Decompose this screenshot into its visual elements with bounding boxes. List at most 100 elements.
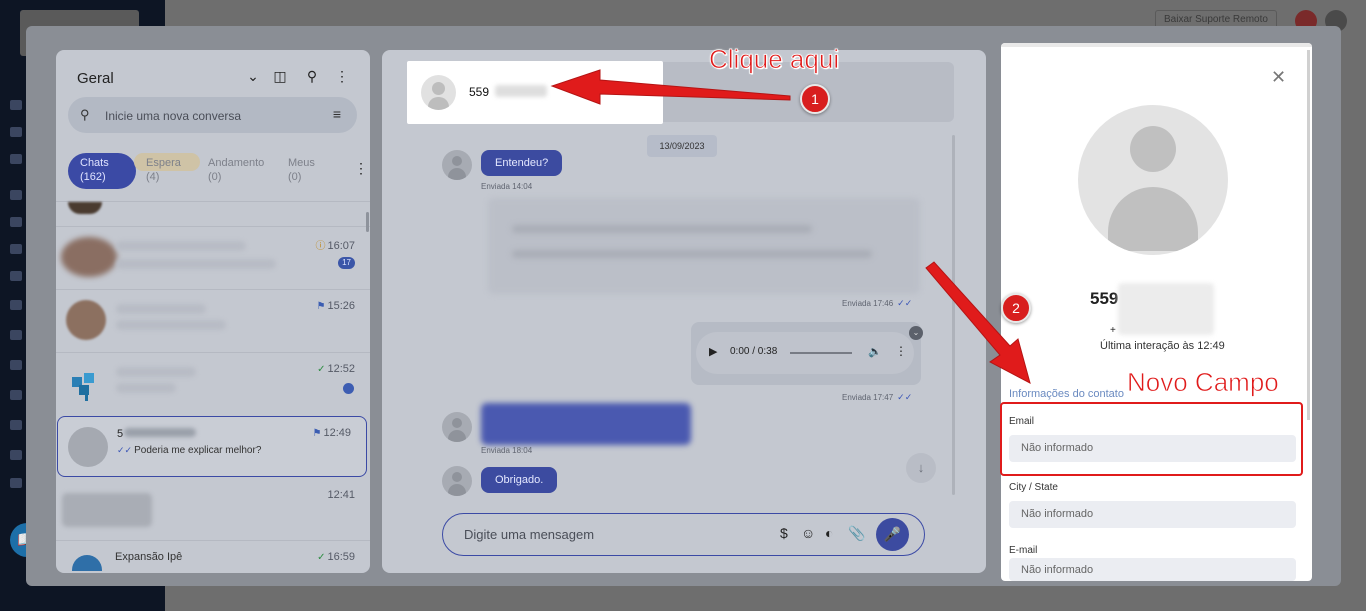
tab-chats[interactable]: Chats (162) [68, 153, 136, 189]
e-mail-field[interactable]: Não informado [1009, 558, 1296, 581]
nav-icon[interactable] [10, 360, 22, 370]
tab-count: (0) [208, 171, 222, 183]
tab-espera[interactable]: Espera [134, 153, 200, 171]
list-item[interactable]: ✓ 12:52 [56, 353, 370, 415]
avatar [442, 412, 472, 442]
blurred-text [512, 225, 812, 233]
avatar [442, 150, 472, 180]
blurred-text [116, 304, 206, 314]
conversation-time: ⓘ 16:07 [315, 240, 355, 252]
more-vert-icon[interactable]: ⋮ [332, 68, 352, 85]
chat-panel: 13/09/2023 Entendeu? Enviada 14:04 Envia… [382, 50, 986, 573]
dollar-icon[interactable]: $ [780, 525, 788, 541]
nav-icon[interactable] [10, 127, 22, 137]
conversation-time: ⚑ 12:49 [312, 427, 352, 439]
more-vert-icon[interactable]: ⋮ [895, 344, 907, 358]
scrollbar[interactable] [1307, 50, 1310, 420]
sticker-icon[interactable]: ◐ [825, 525, 833, 541]
blurred-text [62, 493, 152, 527]
audio-player[interactable]: ▶ 0:00 / 0:38 🔈 ⋮ [696, 332, 914, 374]
contact-name: Expansão Ipê [115, 551, 183, 563]
blurred-text [116, 241, 246, 251]
field-label-e-mail: E-mail [1009, 545, 1038, 556]
avatar [66, 300, 106, 340]
emoji-icon[interactable]: ☺ [801, 525, 815, 541]
list-item[interactable]: 12:41 [56, 479, 370, 541]
user-search-icon[interactable]: ⚲ [302, 68, 322, 85]
nav-icon[interactable] [10, 478, 22, 488]
list-item[interactable]: Expansão Ipê ✓ 16:59 [56, 541, 370, 573]
nav-icon[interactable] [10, 450, 22, 460]
tab-count: (4) [146, 171, 160, 183]
nav-icon[interactable] [10, 100, 22, 110]
blurred-text [495, 85, 547, 97]
contact-number: 559 [469, 85, 490, 99]
message-input[interactable]: Digite uma mensagem [464, 527, 594, 542]
list-item[interactable]: ⚑ 15:26 [56, 290, 370, 352]
section-title: Informações do contato [1009, 388, 1124, 400]
nav-icon[interactable] [10, 330, 22, 340]
tab-andamento[interactable]: Andamento (0) [196, 153, 276, 189]
nav-icon[interactable] [10, 244, 22, 254]
divider [56, 201, 370, 202]
conversation-time: ✓ 12:52 [317, 363, 355, 375]
nav-icon[interactable] [10, 300, 22, 310]
notes-icon[interactable]: ◫ [270, 68, 290, 85]
audio-message: ▶ 0:00 / 0:38 🔈 ⋮ ⌄ [691, 322, 923, 385]
last-message: ✓✓ Poderia me explicar melhor? [117, 445, 262, 456]
message-bubble: Obrigado. [481, 467, 558, 493]
microphone-icon[interactable]: 🎤 [876, 518, 909, 551]
blurred-text [124, 428, 196, 437]
date-chip: 13/09/2023 [647, 135, 717, 157]
close-icon[interactable]: ✕ [1271, 67, 1286, 88]
nav-icon[interactable] [10, 390, 22, 400]
tab-meus[interactable]: Meus (0) [276, 153, 336, 189]
attach-icon[interactable]: 📎 [848, 525, 865, 542]
message-composer[interactable]: Digite uma mensagem $ ☺ ◐ 📎 🎤 [442, 513, 925, 556]
conversation-time: ✓ 16:59 [317, 551, 355, 563]
nav-icon[interactable] [10, 217, 22, 227]
message-meta: Enviada 14:04 [481, 182, 533, 191]
search-icon: ⚲ [80, 107, 90, 122]
play-icon[interactable]: ▶ [709, 345, 717, 358]
scrollbar[interactable] [952, 135, 955, 495]
tab-count: (0) [288, 171, 302, 183]
nav-icon[interactable] [10, 271, 22, 281]
chevron-down-icon[interactable]: ⌄ [909, 326, 923, 340]
chevron-down-icon[interactable]: ⌄ [243, 68, 263, 85]
tab-label: Andamento [208, 157, 265, 169]
audio-progress[interactable] [790, 352, 852, 354]
double-check-icon: ✓✓ [117, 445, 133, 455]
audio-time: 0:00 / 0:38 [730, 346, 778, 357]
scrollbar[interactable] [366, 212, 369, 232]
conversation-time: 12:41 [327, 489, 355, 501]
nav-icon[interactable] [10, 420, 22, 430]
search-input[interactable]: Inicie uma nova conversa [105, 109, 241, 123]
blurred-text [116, 259, 276, 269]
contact-avatar [1078, 105, 1228, 255]
conversation-list-panel: Geral ⌄ ◫ ⚲ ⋮ ⚲ Inicie uma nova conversa… [56, 50, 370, 573]
avatar [61, 237, 117, 277]
check-circle-icon: ✓ [317, 364, 326, 375]
conversation-item-selected[interactable]: 5 ✓✓ Poderia me explicar melhor? ⚑ 12:49 [57, 416, 367, 477]
contact-name: 559 [1090, 289, 1119, 308]
avatar [421, 75, 456, 110]
tab-label: Chats [80, 157, 109, 169]
scroll-down-icon[interactable]: ↓ [906, 453, 936, 483]
volume-icon[interactable]: 🔈 [868, 345, 882, 358]
blurred-text [512, 250, 872, 258]
annotation-step-1: 1 [800, 84, 830, 114]
nav-icon[interactable] [10, 190, 22, 200]
nav-icon[interactable] [10, 154, 22, 164]
phone-prefix: + [1110, 325, 1116, 336]
conversation-time: ⚑ 15:26 [316, 300, 356, 312]
chat-header-contact[interactable]: 559 [407, 61, 663, 124]
list-item[interactable]: ⓘ 16:07 17 [56, 227, 370, 289]
unread-badge: 17 [338, 257, 355, 269]
search-bar[interactable]: ⚲ Inicie uma nova conversa ≡ [68, 97, 357, 133]
blurred-text [1118, 283, 1214, 335]
city-state-field[interactable]: Não informado [1009, 501, 1296, 528]
filter-icon[interactable]: ≡ [333, 106, 341, 122]
panel-title: Geral [77, 70, 114, 87]
more-vert-icon[interactable]: ⋮ [354, 160, 368, 177]
